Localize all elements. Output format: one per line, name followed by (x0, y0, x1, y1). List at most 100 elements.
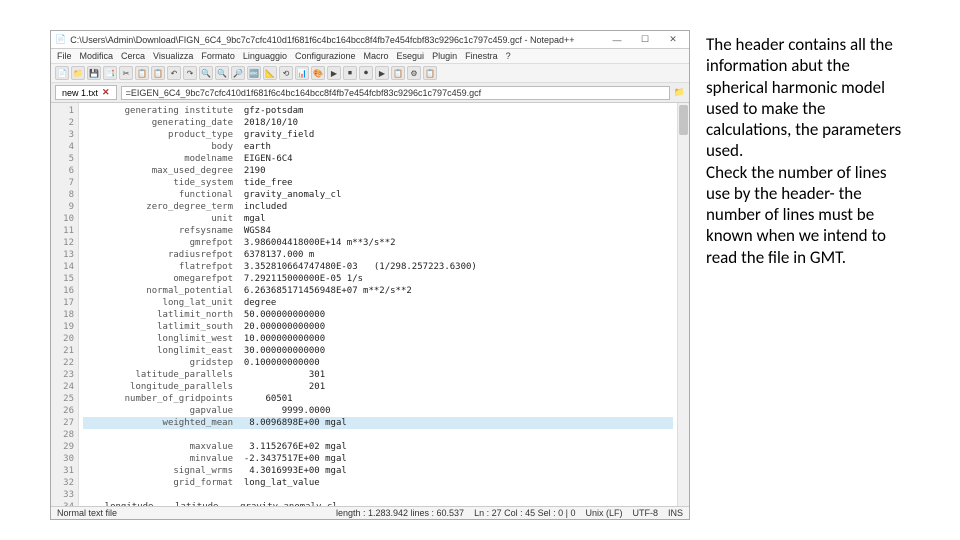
line-number: 28 (51, 429, 74, 441)
toolbar-button-2[interactable]: 💾 (87, 66, 101, 80)
annotation-p1: The header contains all the information … (706, 34, 906, 162)
line-number: 16 (51, 285, 74, 297)
status-filetype: Normal text file (57, 508, 117, 518)
code-line: gmrefpot 3.986004418000E+14 m**3/s**2 (83, 238, 396, 248)
line-number: 26 (51, 405, 74, 417)
line-number: 3 (51, 129, 74, 141)
toolbar-button-11[interactable]: 🔎 (231, 66, 245, 80)
menu-edit[interactable]: Modifica (80, 51, 114, 61)
toolbar-button-12[interactable]: 🔤 (247, 66, 261, 80)
code-line: product_type gravity_field (83, 130, 314, 140)
code-line: functional gravity_anomaly_cl (83, 190, 341, 200)
scrollbar-thumb[interactable] (679, 105, 688, 135)
code-line: number_of_gridpoints 60501 (83, 394, 293, 404)
toolbar-button-6[interactable]: 📋 (151, 66, 165, 80)
window-titlebar: 📄 C:\Users\Admin\Download\FIGN_6C4_9bc7c… (51, 31, 689, 49)
code-line: flatrefpot 3.352810664747480E-03 (1/298.… (83, 262, 477, 272)
code-line: longitude_parallels 201 (83, 382, 325, 392)
menu-format[interactable]: Formato (201, 51, 235, 61)
tab-close-icon[interactable]: ✕ (102, 87, 110, 98)
menu-window[interactable]: Finestra (465, 51, 498, 61)
toolbar-button-19[interactable]: ⏺ (359, 66, 373, 80)
line-number: 2 (51, 117, 74, 129)
toolbar-button-18[interactable]: ⏹ (343, 66, 357, 80)
folder-icon[interactable]: 📁 (674, 87, 685, 98)
line-number: 14 (51, 261, 74, 273)
menu-help[interactable]: ? (506, 51, 511, 61)
code-line: latlimit_north 50.000000000000 (83, 310, 325, 320)
menu-file[interactable]: File (57, 51, 72, 61)
menu-plugin[interactable]: Plugin (432, 51, 457, 61)
code-line: zero_degree_term included (83, 202, 287, 212)
toolbar-button-4[interactable]: ✂ (119, 66, 133, 80)
line-number-gutter: 1234567891011121314151617181920212223242… (51, 103, 79, 506)
line-number: 30 (51, 453, 74, 465)
line-number: 34 (51, 501, 74, 506)
line-number: 32 (51, 477, 74, 489)
code-line: tide_system tide_free (83, 178, 293, 188)
minimize-button[interactable]: — (605, 35, 629, 45)
status-insert-mode: INS (668, 508, 683, 518)
toolbar-button-8[interactable]: ↷ (183, 66, 197, 80)
code-line: longlimit_east 30.000000000000 (83, 346, 325, 356)
vertical-scrollbar[interactable] (677, 103, 689, 506)
close-button[interactable]: ✕ (661, 34, 685, 45)
maximize-button[interactable]: ☐ (633, 34, 657, 45)
menu-language[interactable]: Linguaggio (243, 51, 287, 61)
code-line: weighted_mean 8.0096898E+00 mgal (83, 417, 673, 429)
line-number: 31 (51, 465, 74, 477)
line-number: 22 (51, 357, 74, 369)
toolbar-button-21[interactable]: 📋 (391, 66, 405, 80)
code-line: minvalue -2.3437517E+00 mgal (83, 454, 347, 464)
code-line: max_used_degree 2190 (83, 166, 266, 176)
menu-macro[interactable]: Macro (364, 51, 389, 61)
code-line: gridstep 0.100000000000 (83, 358, 320, 368)
toolbar-button-0[interactable]: 📄 (55, 66, 69, 80)
window-title: C:\Users\Admin\Download\FIGN_6C4_9bc7c7c… (70, 35, 601, 45)
line-number: 15 (51, 273, 74, 285)
editor-area: 1234567891011121314151617181920212223242… (51, 103, 689, 506)
code-line: body earth (83, 142, 271, 152)
status-eol: Unix (LF) (585, 508, 622, 518)
text-content[interactable]: generating institute gfz-potsdam generat… (79, 103, 677, 506)
file-tab[interactable]: new 1.txt ✕ (55, 85, 117, 100)
code-line: radiusrefpot 6378137.000 m (83, 250, 314, 260)
toolbar-button-5[interactable]: 📋 (135, 66, 149, 80)
toolbar-button-20[interactable]: ▶ (375, 66, 389, 80)
toolbar-button-7[interactable]: ↶ (167, 66, 181, 80)
status-length: length : 1.283.942 lines : 60.537 (336, 508, 464, 518)
line-number: 7 (51, 177, 74, 189)
toolbar-button-14[interactable]: ⟲ (279, 66, 293, 80)
toolbar-button-9[interactable]: 🔍 (199, 66, 213, 80)
code-line: gapvalue 9999.0000 (83, 406, 331, 416)
toolbar-button-17[interactable]: ▶ (327, 66, 341, 80)
menu-view[interactable]: Visualizza (153, 51, 193, 61)
line-number: 6 (51, 165, 74, 177)
toolbar-button-22[interactable]: ⚙ (407, 66, 421, 80)
menu-run[interactable]: Esegui (397, 51, 425, 61)
menu-search[interactable]: Cerca (121, 51, 145, 61)
toolbar-button-3[interactable]: 📑 (103, 66, 117, 80)
toolbar-button-23[interactable]: 📋 (423, 66, 437, 80)
annotation-p2: Check the number of lines use by the hea… (706, 162, 906, 268)
path-field[interactable]: =EIGEN_6C4_9bc7c7cfc410d1f681f6c4bc164bc… (121, 86, 670, 100)
toolbar-button-1[interactable]: 📁 (71, 66, 85, 80)
line-number: 24 (51, 381, 74, 393)
status-encoding: UTF-8 (632, 508, 658, 518)
line-number: 10 (51, 213, 74, 225)
tab-label: new 1.txt (62, 88, 98, 98)
menu-settings[interactable]: Configurazione (295, 51, 356, 61)
line-number: 23 (51, 369, 74, 381)
code-line: long_lat_unit degree (83, 298, 276, 308)
line-number: 33 (51, 489, 74, 501)
code-line: maxvalue 3.1152676E+02 mgal (83, 442, 347, 452)
toolbar-button-16[interactable]: 🎨 (311, 66, 325, 80)
code-line: generating institute gfz-potsdam (83, 106, 303, 116)
status-bar: Normal text file length : 1.283.942 line… (51, 506, 689, 519)
code-line: latlimit_south 20.000000000000 (83, 322, 325, 332)
line-number: 21 (51, 345, 74, 357)
toolbar-button-13[interactable]: 📐 (263, 66, 277, 80)
toolbar-button-15[interactable]: 📊 (295, 66, 309, 80)
line-number: 8 (51, 189, 74, 201)
toolbar-button-10[interactable]: 🔍 (215, 66, 229, 80)
